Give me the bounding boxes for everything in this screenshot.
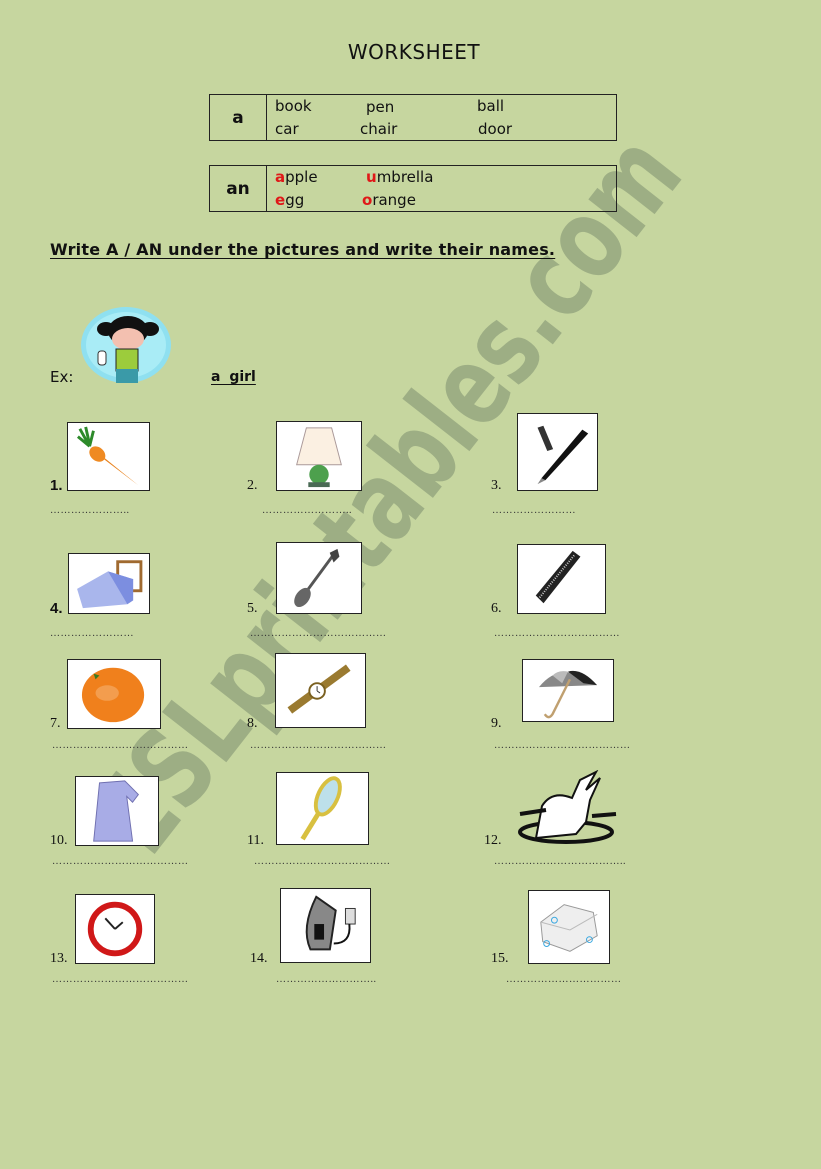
rule-box-a: a book pen ball car chair door	[209, 94, 617, 141]
answer-blank[interactable]: ……………………………	[506, 974, 622, 985]
elephant-icon	[516, 769, 618, 846]
word: car	[275, 120, 299, 138]
word: apple	[275, 168, 318, 186]
rule-box-an: an apple umbrella egg orange	[209, 165, 617, 212]
answer-blank[interactable]: …………………………………	[52, 974, 189, 985]
carrot-icon	[67, 422, 150, 491]
exercise-number: 11.	[247, 833, 264, 848]
exercise-number: 7.	[50, 716, 61, 731]
answer-blank[interactable]: ……………………	[492, 505, 576, 516]
word: orange	[362, 191, 416, 209]
answer-blank[interactable]: ……………………..	[262, 505, 352, 516]
article-label: a	[210, 95, 267, 140]
exercise-number: 4.	[50, 600, 63, 617]
rule-words: apple umbrella egg orange	[267, 166, 616, 211]
article-label: an	[210, 166, 267, 211]
iron-icon	[280, 888, 371, 963]
instruction: Write A / AN under the pictures and writ…	[50, 240, 556, 259]
word-rest: gg	[285, 191, 305, 209]
exercise-number: 15.	[491, 951, 509, 966]
exercise-number: 2.	[247, 478, 258, 493]
answer-blank[interactable]: …………………………………	[494, 740, 631, 751]
umbrella-icon	[522, 659, 614, 722]
watch-icon	[275, 653, 366, 728]
word: umbrella	[366, 168, 433, 186]
word: egg	[275, 191, 304, 209]
exercise-number: 1.	[50, 477, 63, 494]
example-label: Ex:	[50, 368, 74, 386]
comb-icon	[517, 544, 606, 614]
clock-icon	[75, 894, 155, 964]
vowel-letter: u	[366, 168, 377, 186]
watermark-text: ESLprintables.com	[69, 111, 707, 877]
word: chair	[360, 120, 398, 138]
orange-icon	[67, 659, 161, 729]
exercise-number: 6.	[491, 601, 502, 616]
answer-blank[interactable]: ………………………………..	[494, 856, 626, 867]
example-answer: a girl	[211, 369, 256, 385]
answer-blank[interactable]: ……………………	[50, 628, 134, 639]
rule-words: book pen ball car chair door	[267, 95, 616, 140]
answer-blank[interactable]: …………………………………	[250, 740, 387, 751]
word: book	[275, 97, 312, 115]
answer-blank[interactable]: …………………………………	[250, 628, 387, 639]
word-rest: range	[372, 191, 416, 209]
exercise-number: 14.	[250, 951, 268, 966]
exercise-number: 12.	[484, 833, 502, 848]
dress-icon	[75, 776, 159, 846]
vowel-letter: a	[275, 168, 286, 186]
spoon-icon	[276, 542, 362, 614]
word-rest: pple	[285, 168, 318, 186]
vowel-letter: e	[275, 191, 286, 209]
exercise-number: 13.	[50, 951, 68, 966]
girl-icon	[80, 307, 172, 384]
answer-blank[interactable]: ………………………..	[276, 974, 377, 985]
vowel-letter: o	[362, 191, 373, 209]
answer-blank[interactable]: …………………………………	[52, 856, 189, 867]
pen-icon	[517, 413, 598, 491]
exercise-number: 5.	[247, 601, 258, 616]
word: pen	[366, 98, 395, 116]
mirror-icon	[276, 772, 369, 845]
soap-icon	[528, 890, 610, 964]
answer-blank[interactable]: …………………………………	[254, 856, 391, 867]
answer-blank[interactable]: ………………………………	[494, 628, 620, 639]
word: ball	[477, 97, 505, 115]
exercise-number: 10.	[50, 833, 68, 848]
bed-icon	[68, 553, 150, 614]
exercise-number: 3.	[491, 478, 502, 493]
page-title: WORKSHEET	[347, 40, 481, 64]
word-rest: mbrella	[376, 168, 434, 186]
answer-blank[interactable]: …………………..	[50, 505, 130, 516]
lamp-icon	[276, 421, 362, 491]
exercise-number: 9.	[491, 716, 502, 731]
word: door	[478, 120, 513, 138]
answer-blank[interactable]: …………………………………	[52, 740, 189, 751]
exercise-number: 8.	[247, 716, 258, 731]
